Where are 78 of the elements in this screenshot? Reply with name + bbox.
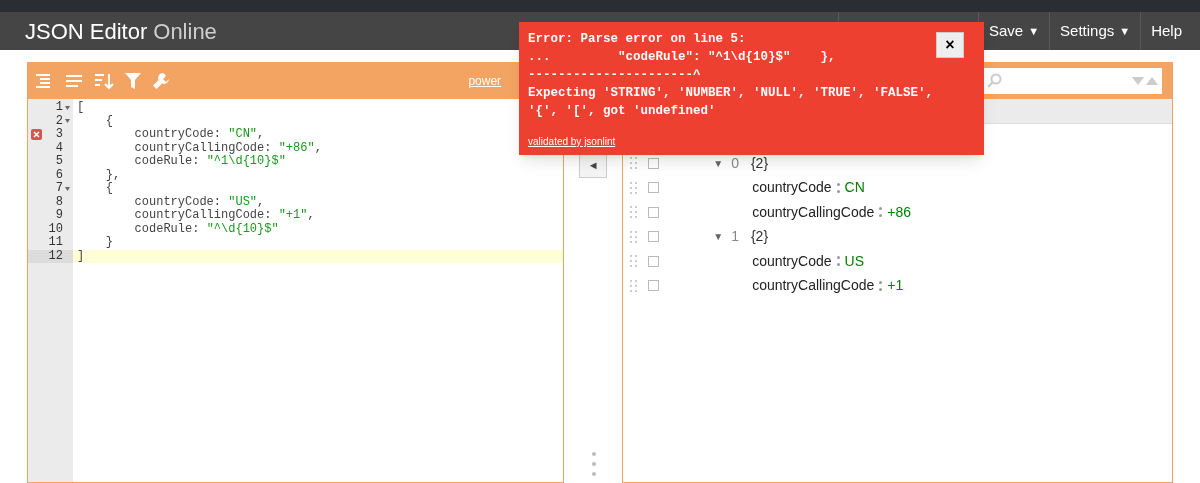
line-number: 11 [48,236,63,250]
code-line: codeRule: "^1\d{10}$" [133,154,286,168]
code-line: countryCallingCode: "+1", [133,208,315,222]
expand-toggle[interactable]: ▼ [713,155,724,171]
wrench-icon[interactable] [152,72,170,90]
error-message: ----------------------^ [528,67,702,84]
field-key: countryCallingCode [752,275,875,297]
drag-icon[interactable] [630,279,639,292]
fold-icon[interactable] [64,105,70,110]
fold-icon[interactable] [64,186,70,191]
caret-icon: ▼ [1119,22,1131,40]
line-number: 10 [48,222,63,236]
node-summary: {2} [750,153,769,173]
drag-handle-icon[interactable] [592,452,597,476]
search-icon [986,73,1002,89]
filter-icon[interactable] [124,72,142,90]
context-menu-icon[interactable] [648,255,660,267]
error-message: Expecting 'STRING', 'NUMBER', 'NULL', 'TRUE', 'FALSE', '{', '[', got 'undefined' [528,85,935,120]
caret-icon: ▼ [1028,22,1040,40]
line-number: 3 [55,128,63,142]
app-title: JSON Editor [25,17,148,46]
line-number: 12 [48,249,63,263]
line-number: 9 [55,209,63,223]
context-menu-icon[interactable] [648,206,660,218]
search-field[interactable] [982,68,1162,94]
context-menu-icon[interactable] [648,157,660,169]
code-line: ] [77,248,85,263]
menu-item[interactable]: Help [1140,12,1192,50]
context-menu-icon[interactable] [648,231,660,243]
code-line: { [104,113,113,128]
colon-icon [836,182,840,193]
next-icon[interactable] [1132,77,1144,85]
line-number: 4 [55,141,63,155]
sort-icon[interactable] [94,72,114,90]
error-message: ... "codeRule": "^1\d{10}$" }, [528,49,837,66]
code-line: countryCallingCode: "+86", [133,140,322,155]
field-value: +1 [887,276,904,296]
drag-icon[interactable] [630,206,639,219]
line-number: 6 [55,168,63,182]
menu-item[interactable]: Settings ▼ [1049,12,1141,50]
line-number: 7 [55,182,63,196]
expand-toggle[interactable]: ▼ [713,229,724,245]
previous-icon[interactable] [1146,77,1158,85]
fold-icon[interactable] [64,119,70,124]
jsonlint-link[interactable]: validated by jsonlint [528,134,975,149]
line-number: 8 [55,195,63,209]
code-line: codeRule: "^\d{10}$" [133,221,279,236]
colon-icon [879,280,883,291]
node-index: 0 [731,153,739,173]
context-menu-icon[interactable] [648,182,660,194]
colon-icon [836,256,840,267]
line-number: 1 [55,101,63,115]
field-key: countryCallingCode [752,201,875,223]
field-value: +86 [887,202,912,222]
code-line: { [104,181,113,195]
field-value: US [844,251,864,271]
close-button[interactable]: × [936,32,964,58]
drag-icon[interactable] [630,255,639,268]
line-number: 2 [55,114,63,128]
field-key: countryCode [752,250,832,272]
code-line: }, [104,167,121,182]
compact-icon[interactable] [64,73,84,89]
node-summary: {2} [750,227,769,247]
code-line: countryCode: "CN", [133,127,265,141]
field-key: countryCode [752,177,832,199]
context-menu-icon[interactable] [648,280,660,292]
app-subtitle: Online [153,17,217,46]
code-line: [ [77,100,85,114]
code-line: countryCode: "US", [133,194,265,209]
line-number: 5 [55,155,63,169]
colon-icon [879,207,883,218]
code-line: } [104,235,113,249]
field-value: CN [844,178,865,198]
drag-icon[interactable] [630,230,639,243]
drag-icon[interactable] [630,181,639,194]
error-message: Error: Parse error on line 5: [528,31,747,48]
node-index: 1 [731,227,739,247]
drag-icon[interactable] [630,157,639,170]
